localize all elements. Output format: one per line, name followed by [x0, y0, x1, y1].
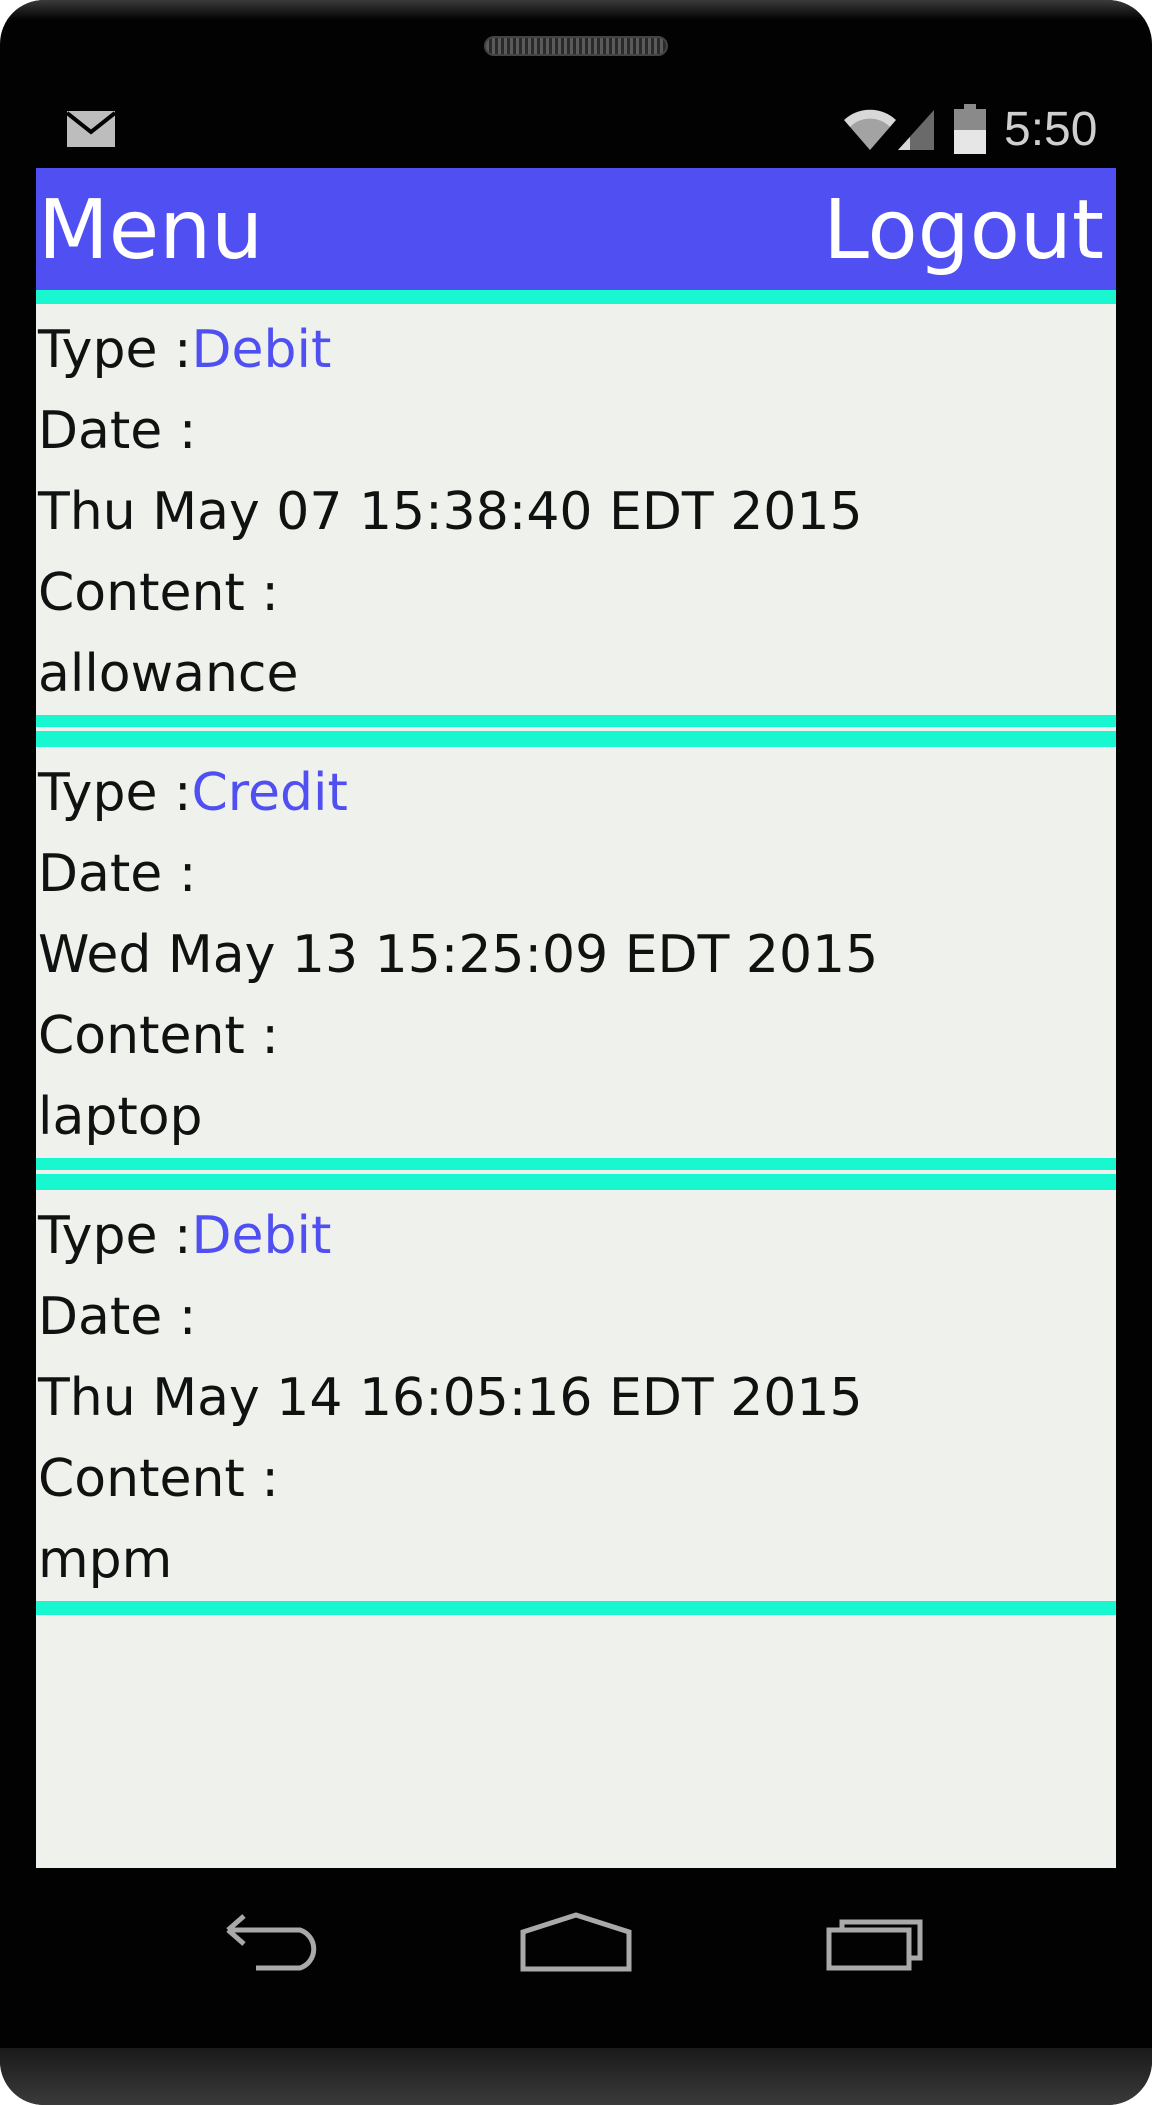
date-label: Date : — [38, 1287, 197, 1347]
menu-button[interactable]: Menu — [38, 186, 263, 276]
phone-bottom-bezel — [0, 2048, 1152, 2105]
home-icon[interactable] — [520, 1912, 632, 1972]
entry-divider — [36, 1158, 1116, 1190]
transaction-list[interactable]: Type :Debit Date : Thu May 07 15:38:40 E… — [36, 304, 1116, 1615]
type-value: Debit — [191, 1206, 332, 1266]
app-header: Menu Logout — [36, 168, 1116, 290]
type-label: Type : — [38, 320, 192, 380]
content-label: Content : — [38, 1449, 279, 1509]
date-label: Date : — [38, 844, 197, 904]
list-item[interactable]: Type :Debit Date : Thu May 14 16:05:16 E… — [36, 1190, 1116, 1601]
type-value: Credit — [191, 763, 348, 823]
type-row: Type :Debit — [38, 1196, 1116, 1277]
phone-frame: 5:50 Menu Logout Type :Debit Date : Thu … — [0, 0, 1152, 2105]
content-label: Content : — [38, 1006, 279, 1066]
content-value: allowance — [38, 644, 299, 704]
entry-divider — [36, 715, 1116, 747]
recents-icon[interactable] — [826, 1912, 930, 1972]
back-icon[interactable] — [222, 1912, 326, 1972]
logout-button[interactable]: Logout — [823, 186, 1104, 276]
app-screen: Menu Logout Type :Debit Date : Thu May 0… — [36, 168, 1116, 1868]
phone-bezel — [0, 0, 1152, 20]
navigation-bar — [0, 1868, 1152, 2048]
status-time: 5:50 — [1004, 103, 1098, 156]
date-value: Thu May 14 16:05:16 EDT 2015 — [38, 1368, 863, 1428]
content-value: mpm — [38, 1530, 173, 1590]
wifi-icon — [844, 109, 896, 150]
type-row: Type :Debit — [38, 310, 1116, 391]
list-item[interactable]: Type :Debit Date : Thu May 07 15:38:40 E… — [36, 304, 1116, 715]
list-item[interactable]: Type :Credit Date : Wed May 13 15:25:09 … — [36, 747, 1116, 1158]
content-label: Content : — [38, 563, 279, 623]
type-label: Type : — [38, 763, 192, 823]
type-label: Type : — [38, 1206, 192, 1266]
content-value: laptop — [38, 1087, 203, 1147]
cell-signal-icon — [898, 110, 934, 150]
status-bar: 5:50 — [36, 98, 1116, 168]
mail-icon — [66, 111, 116, 147]
header-divider — [36, 290, 1116, 304]
type-value: Debit — [191, 320, 332, 380]
date-label: Date : — [38, 401, 197, 461]
entry-divider — [36, 1601, 1116, 1615]
date-value: Thu May 07 15:38:40 EDT 2015 — [38, 482, 863, 542]
battery-icon — [954, 104, 986, 154]
speaker-grille — [484, 36, 668, 56]
type-row: Type :Credit — [38, 753, 1116, 834]
date-value: Wed May 13 15:25:09 EDT 2015 — [38, 925, 879, 985]
